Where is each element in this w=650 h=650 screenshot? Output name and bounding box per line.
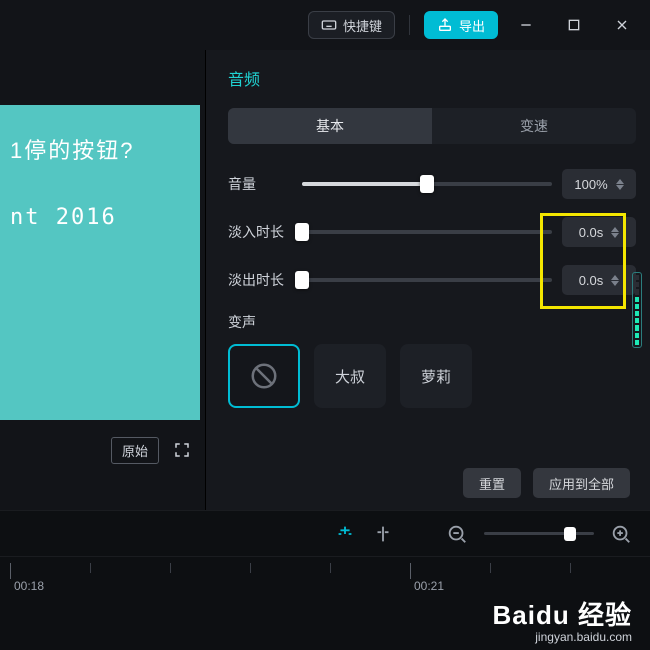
voice-change-label: 变声 [228,312,636,332]
volume-label: 音量 [228,174,292,194]
preview-footer: 原始 [0,420,205,480]
magnet-icon[interactable] [334,523,356,545]
close-icon [614,17,630,33]
ruler-mark-1: 00:21 [414,579,444,593]
export-label: 导出 [459,16,485,35]
preview-text-1: 1停的按钮? [10,133,190,165]
ratio-original-chip[interactable]: 原始 [111,437,159,464]
voice-option-none[interactable] [228,344,300,408]
panel-tabs: 基本 变速 [228,108,636,144]
fade-out-label: 淡出时长 [228,270,292,290]
fullscreen-icon[interactable] [173,441,191,459]
preview-column: 1停的按钮? nt 2016 原始 [0,50,205,510]
fade-in-spinner[interactable] [611,227,619,238]
tab-basic[interactable]: 基本 [228,108,432,144]
ruler-mark-0: 00:18 [14,579,44,593]
fade-in-slider[interactable] [302,230,552,234]
fade-out-value[interactable]: 0.0s [562,265,636,295]
volume-value[interactable]: 100% [562,169,636,199]
hotkey-button[interactable]: 快捷键 [308,11,395,39]
audio-level-meter [632,272,642,348]
timeline-toolbar [0,510,650,556]
close-button[interactable] [602,9,642,41]
zoom-out-icon[interactable] [446,523,468,545]
minimize-icon [518,17,534,33]
fade-in-value[interactable]: 0.0s [562,217,636,247]
export-icon [437,17,453,33]
minimize-button[interactable] [506,9,546,41]
fade-in-label: 淡入时长 [228,222,292,242]
audio-panel: 音频 基本 变速 音量 100% 淡入时长 0.0s [205,50,650,510]
export-button[interactable]: 导出 [424,11,498,39]
reset-button[interactable]: 重置 [463,468,521,498]
zoom-slider[interactable] [484,532,594,535]
tab-speed[interactable]: 变速 [432,108,636,144]
none-icon [249,361,279,391]
volume-slider[interactable] [302,182,552,186]
fade-out-slider[interactable] [302,278,552,282]
voice-option-uncle[interactable]: 大叔 [314,344,386,408]
fade-in-row: 淡入时长 0.0s [228,216,636,248]
title-bar: 快捷键 导出 [0,0,650,50]
apply-all-button[interactable]: 应用到全部 [533,468,630,498]
voice-options: 大叔 萝莉 [228,344,636,408]
watermark: Baidu 经验 jingyan.baidu.com [493,595,632,644]
volume-row: 音量 100% [228,168,636,200]
hotkey-label: 快捷键 [343,16,382,35]
volume-spinner[interactable] [616,179,624,190]
fade-out-row: 淡出时长 0.0s [228,264,636,296]
split-icon[interactable] [372,523,394,545]
maximize-icon [566,17,582,33]
maximize-button[interactable] [554,9,594,41]
panel-title: 音频 [228,66,636,90]
voice-option-loli[interactable]: 萝莉 [400,344,472,408]
keyboard-icon [321,17,337,33]
zoom-in-icon[interactable] [610,523,632,545]
divider [409,15,410,35]
preview-tile[interactable]: 1停的按钮? nt 2016 [0,105,200,420]
preview-text-2: nt 2016 [10,205,190,230]
panel-footer: 重置 应用到全部 [463,468,630,498]
fade-out-spinner[interactable] [611,275,619,286]
main-row: 1停的按钮? nt 2016 原始 音频 基本 变速 音量 100% [0,50,650,510]
